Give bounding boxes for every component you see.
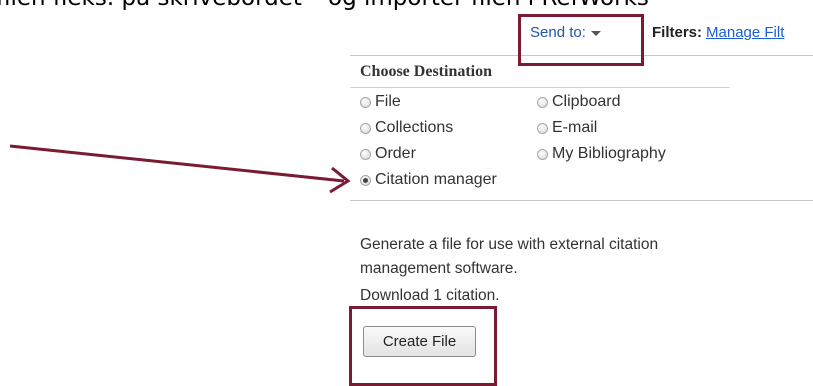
annotation-arrow <box>9 144 351 194</box>
arrow-shaft <box>9 144 345 183</box>
